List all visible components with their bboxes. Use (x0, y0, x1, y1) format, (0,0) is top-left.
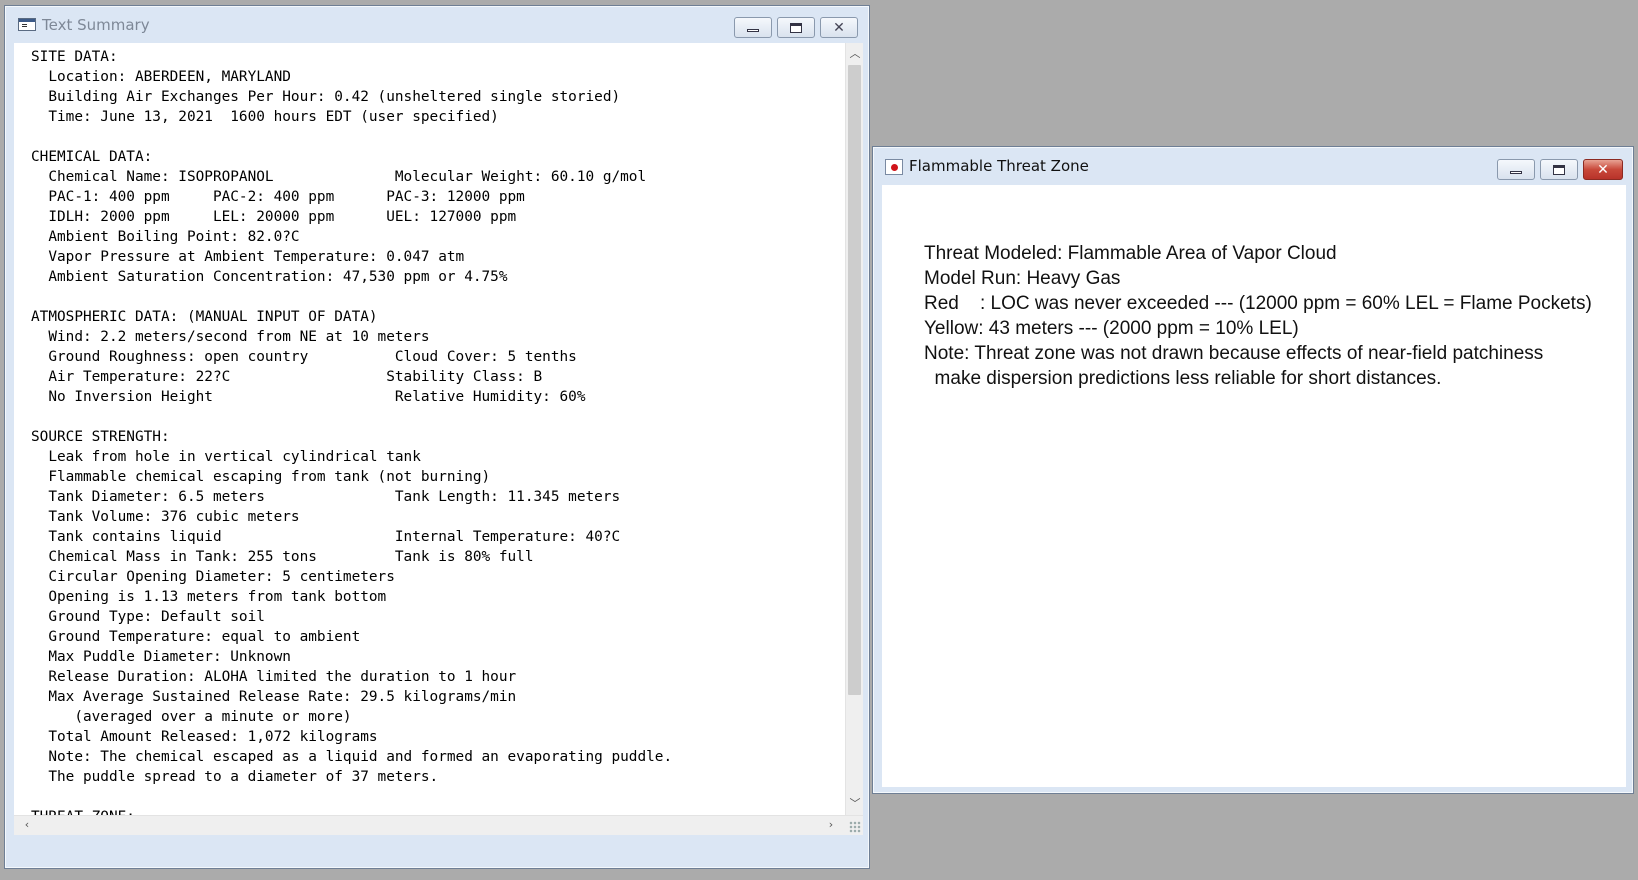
minimize-button[interactable] (734, 17, 772, 38)
report-line: Ground Roughness: open country Cloud Cov… (31, 349, 577, 365)
scroll-down-icon[interactable]: ﹀ (846, 795, 864, 813)
report-line: SITE DATA: (31, 49, 118, 65)
vertical-scroll-thumb[interactable] (848, 65, 861, 695)
maximize-button[interactable] (1540, 159, 1578, 180)
report-text-area[interactable]: SITE DATA: Location: ABERDEEN, MARYLAND … (14, 43, 845, 815)
report-line: Opening is 1.13 meters from tank bottom (31, 589, 387, 605)
threat-zone-app-icon (885, 159, 903, 175)
app-icon (18, 18, 36, 31)
report-line (31, 127, 845, 147)
report-line: Leak from hole in vertical cylindrical t… (31, 449, 421, 465)
report-line: Ambient Saturation Concentration: 47,530… (31, 269, 508, 285)
scroll-left-icon[interactable]: ‹ (18, 816, 36, 834)
report-line: No Inversion Height Relative Humidity: 6… (31, 389, 586, 405)
report-line: Tank Diameter: 6.5 meters Tank Length: 1… (31, 489, 621, 505)
maximize-icon (790, 22, 802, 33)
red-zone-line: Red : LOC was never exceeded --- (12000 … (924, 293, 1592, 314)
note-continuation-line: make dispersion predictions less reliabl… (924, 368, 1442, 389)
threat-zone-content: Threat Modeled: Flammable Area of Vapor … (882, 185, 1626, 787)
report-line: CHEMICAL DATA: (31, 149, 153, 165)
report-line: Air Temperature: 22?C Stability Class: B (31, 369, 543, 385)
report-line (31, 407, 845, 427)
report-line (31, 287, 845, 307)
report-text: SITE DATA: Location: ABERDEEN, MARYLAND … (14, 43, 845, 815)
threat-modeled-line: Threat Modeled: Flammable Area of Vapor … (924, 243, 1337, 264)
report-line: Circular Opening Diameter: 5 centimeters (31, 569, 395, 585)
scroll-right-icon[interactable]: › (822, 816, 840, 834)
report-line: Wind: 2.2 meters/second from NE at 10 me… (31, 329, 430, 345)
close-icon: ✕ (1597, 161, 1609, 178)
minimize-button[interactable] (1497, 159, 1535, 180)
report-line: Ground Type: Default soil (31, 609, 265, 625)
flammable-threat-zone-window[interactable]: Flammable Threat Zone ✕ Threat Modeled: … (872, 146, 1634, 794)
report-line: IDLH: 2000 ppm LEL: 20000 ppm UEL: 12700… (31, 209, 517, 225)
minimize-icon (747, 29, 759, 32)
report-line: PAC-1: 400 ppm PAC-2: 400 ppm PAC-3: 120… (31, 189, 525, 205)
text-summary-titlebar[interactable]: Text Summary ✕ (5, 6, 869, 42)
window-title: Flammable Threat Zone (909, 157, 1089, 175)
report-line: The puddle spread to a diameter of 37 me… (31, 769, 439, 785)
window-controls: ✕ (1492, 159, 1623, 180)
close-icon: ✕ (833, 19, 845, 36)
report-line: Ambient Boiling Point: 82.0?C (31, 229, 300, 245)
report-line: Tank contains liquid Internal Temperatur… (31, 529, 621, 545)
close-button[interactable]: ✕ (1583, 159, 1623, 180)
report-line: Building Air Exchanges Per Hour: 0.42 (u… (31, 89, 621, 105)
report-line: THREAT ZONE: (31, 807, 845, 815)
close-button[interactable]: ✕ (820, 17, 858, 38)
window-title: Text Summary (42, 16, 150, 34)
report-line: Ground Temperature: equal to ambient (31, 629, 361, 645)
yellow-zone-line: Yellow: 43 meters --- (2000 ppm = 10% LE… (924, 318, 1299, 339)
report-line: Chemical Name: ISOPROPANOL Molecular Wei… (31, 169, 647, 185)
minimize-icon (1510, 171, 1522, 174)
window-controls: ✕ (729, 17, 858, 38)
report-line: Chemical Mass in Tank: 255 tons Tank is … (31, 549, 534, 565)
report-line: Total Amount Released: 1,072 kilograms (31, 729, 378, 745)
report-line: Release Duration: ALOHA limited the dura… (31, 669, 517, 685)
report-line: Time: June 13, 2021 1600 hours EDT (user… (31, 109, 499, 125)
report-line (31, 787, 845, 807)
report-line: Max Average Sustained Release Rate: 29.5… (31, 689, 517, 705)
report-line: Note: The chemical escaped as a liquid a… (31, 749, 673, 765)
model-run-line: Model Run: Heavy Gas (924, 268, 1121, 289)
text-summary-window[interactable]: Text Summary ✕ SITE DATA: Location: ABER… (4, 5, 870, 869)
report-line: Tank Volume: 376 cubic meters (31, 509, 300, 525)
report-line: Vapor Pressure at Ambient Temperature: 0… (31, 249, 465, 265)
scroll-up-icon[interactable]: ︿ (846, 45, 864, 63)
threat-zone-titlebar[interactable]: Flammable Threat Zone ✕ (873, 147, 1633, 185)
report-line: Max Puddle Diameter: Unknown (31, 649, 291, 665)
report-line: Flammable chemical escaping from tank (n… (31, 469, 491, 485)
threat-zone-text: Threat Modeled: Flammable Area of Vapor … (924, 241, 1624, 391)
resize-grip-icon[interactable] (849, 821, 861, 833)
report-line: SOURCE STRENGTH: (31, 429, 170, 445)
report-line: ATMOSPHERIC DATA: (MANUAL INPUT OF DATA) (31, 309, 378, 325)
maximize-icon (1553, 164, 1565, 175)
horizontal-scrollbar[interactable]: ‹ › (14, 815, 863, 835)
note-line: Note: Threat zone was not drawn because … (924, 343, 1544, 364)
maximize-button[interactable] (777, 17, 815, 38)
report-line: (averaged over a minute or more) (31, 709, 352, 725)
vertical-scrollbar[interactable]: ︿ ﹀ (845, 43, 863, 815)
report-line: Location: ABERDEEN, MARYLAND (31, 69, 291, 85)
